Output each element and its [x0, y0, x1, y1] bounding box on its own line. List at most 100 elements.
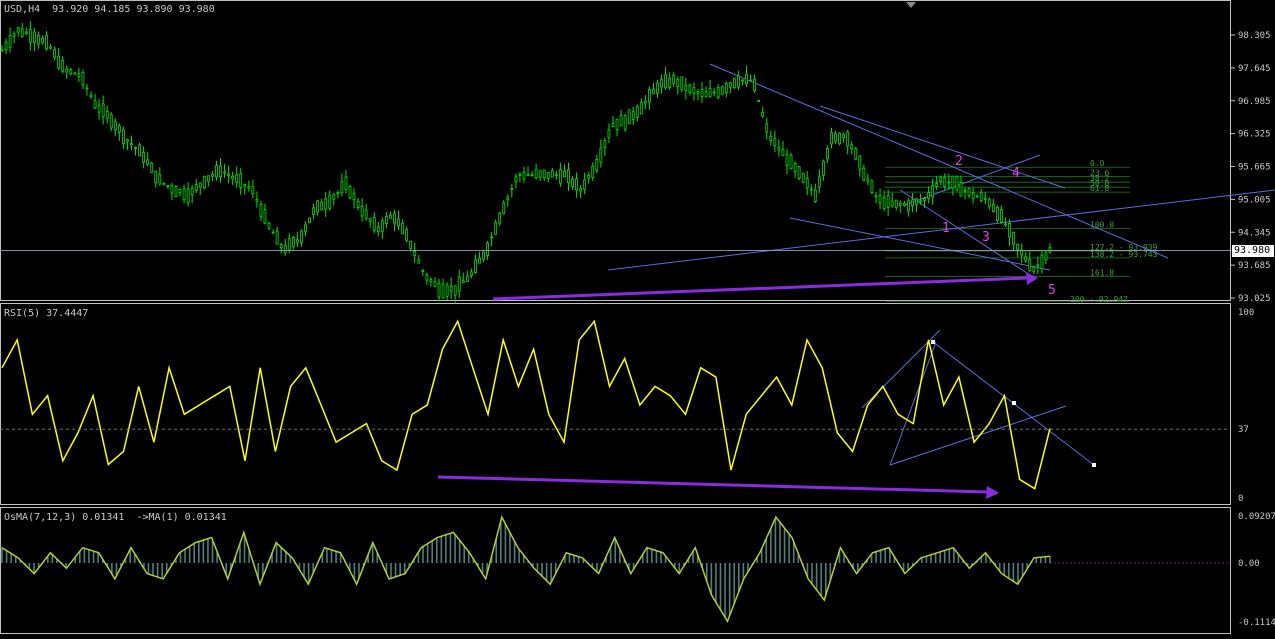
trendline	[889, 341, 937, 466]
candle-body	[461, 280, 465, 284]
candle-body	[947, 181, 951, 184]
candle-body	[101, 103, 105, 118]
divergence-arrows[interactable]	[437, 272, 1038, 499]
chart-terminal: 0.0 23.6 38.2 50.0 61.8 100.0 127.2 - 93.939 13…	[0, 0, 1275, 635]
shift-marker-icon[interactable]	[906, 2, 916, 8]
candle-body	[712, 91, 716, 94]
rsi-plot	[0, 319, 1230, 490]
candle-body	[672, 74, 676, 84]
candle-body	[506, 196, 510, 200]
candle-body	[77, 73, 81, 77]
candle-body	[227, 173, 230, 176]
trendline-anchor-point	[1092, 463, 1096, 467]
candle-body	[911, 199, 914, 207]
candle-body	[765, 123, 769, 133]
candle-body	[429, 279, 433, 282]
candle-body	[668, 77, 672, 88]
rsi-axis-tick-label: 37	[1238, 425, 1249, 435]
candle-body	[271, 231, 275, 234]
candle-body	[623, 115, 627, 130]
chart-canvas[interactable]: 0.023.638.250.061.8100.0127.2 - 93.93913…	[0, 0, 1275, 635]
candle-body	[656, 82, 659, 94]
candle-body	[643, 100, 647, 104]
candle-body	[49, 46, 52, 49]
candle-body	[664, 74, 667, 89]
candle-body	[445, 284, 449, 297]
candle-body	[93, 100, 97, 109]
candle-body	[206, 175, 210, 182]
candle-body	[498, 212, 502, 224]
candle-body	[348, 186, 352, 199]
candle-body	[627, 109, 631, 125]
candle-body	[967, 188, 971, 196]
candle-body	[567, 169, 570, 184]
candle-body	[955, 176, 959, 191]
candle-body	[987, 198, 991, 208]
candle-body	[457, 276, 461, 292]
candle-body	[870, 180, 874, 194]
candle-body	[247, 186, 251, 189]
candle-body	[97, 105, 101, 113]
candle-body	[963, 189, 967, 192]
candle-body	[1040, 254, 1044, 270]
candle-body	[939, 177, 943, 182]
candle-body	[1028, 258, 1032, 271]
candle-body	[923, 198, 926, 201]
candle-body	[437, 282, 441, 298]
candle-body	[1024, 256, 1028, 262]
candle-body	[728, 82, 732, 88]
candle-body	[291, 237, 295, 248]
trendline-set[interactable]	[607, 63, 1275, 467]
candle-body	[826, 147, 829, 160]
candle-body	[886, 194, 890, 208]
candle-body	[959, 182, 963, 197]
candle-body	[85, 87, 89, 90]
candle-body	[639, 102, 643, 115]
candle-body	[724, 83, 728, 94]
candle-body	[607, 129, 611, 138]
candle-body	[105, 111, 109, 119]
candle-body	[401, 223, 404, 234]
candle-body	[530, 174, 534, 177]
candle-body	[874, 195, 878, 198]
candle-body	[494, 222, 498, 235]
candle-body	[389, 214, 392, 219]
candle-body	[340, 181, 344, 194]
candle-body	[336, 192, 340, 194]
rsi-header: RSI(5) 37.4447	[4, 308, 89, 319]
candle-body	[194, 184, 198, 192]
candle-body	[915, 198, 918, 205]
candle-body	[575, 178, 578, 191]
candle-body	[688, 84, 692, 93]
price-axis-tick-label: 97.645	[1238, 64, 1271, 74]
candle-body	[65, 68, 69, 73]
candle-body	[81, 71, 85, 86]
fibo-level-label: 161.8	[1090, 268, 1114, 277]
candle-body	[417, 259, 421, 264]
candle-body	[894, 199, 898, 208]
candle-body	[433, 281, 437, 287]
candle-body	[583, 179, 587, 190]
candle-body	[287, 238, 291, 251]
candle-body	[243, 183, 247, 187]
candle-body	[146, 159, 150, 165]
candle-body	[749, 79, 752, 82]
candle-body	[28, 29, 32, 43]
price-axis-tick-label: 96.325	[1238, 130, 1271, 140]
candle-body	[943, 177, 947, 188]
price-axis-tick-label: 98.305	[1238, 31, 1271, 41]
candle-body	[995, 206, 999, 221]
rsi-panel-frame	[0, 303, 1231, 505]
candle-body	[263, 209, 267, 224]
elliott-wave-label: 3	[982, 230, 990, 245]
candle-body	[332, 194, 336, 200]
rsi-axis-tick-label: 100	[1238, 308, 1254, 318]
candle-body	[979, 192, 983, 201]
elliott-wave-label: 5	[1048, 283, 1056, 298]
candle-body	[842, 134, 846, 139]
candle-body	[611, 123, 615, 127]
candle-body	[465, 275, 469, 282]
candle-body	[951, 175, 955, 189]
candle-body	[304, 224, 307, 233]
candle-body	[898, 202, 902, 206]
